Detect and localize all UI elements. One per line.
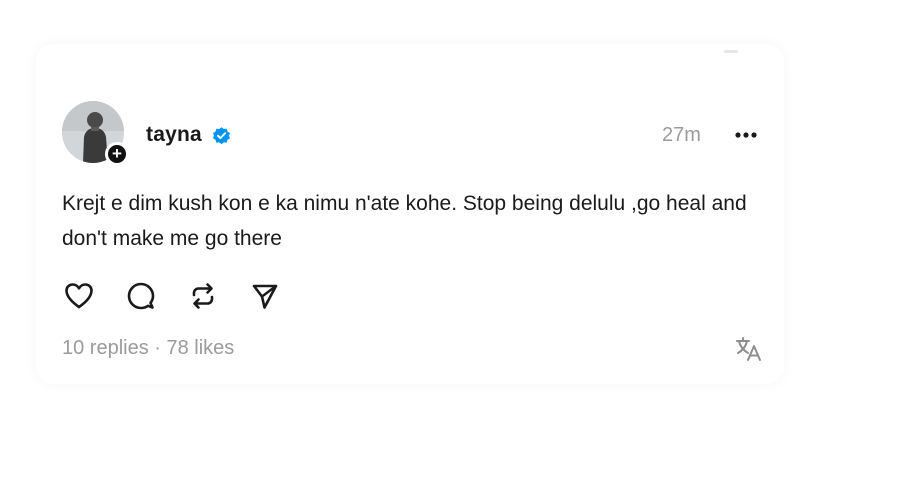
heart-icon <box>65 283 93 309</box>
divider-mark <box>724 50 738 53</box>
username[interactable]: tayna <box>146 123 202 147</box>
comment-bubble-icon <box>127 282 155 310</box>
screenshot-canvas: + tayna 27m Krejt e dim kush kon e ka ni… <box>0 0 900 486</box>
post-text: Krejt e dim kush kon e ka nimu n'ate koh… <box>62 192 747 250</box>
reply-button[interactable] <box>124 279 158 313</box>
timestamp: 27m <box>662 124 701 146</box>
like-button[interactable] <box>62 279 96 313</box>
translate-icon[interactable] <box>735 336 763 362</box>
follow-plus-icon[interactable]: + <box>105 142 129 166</box>
more-options-icon[interactable] <box>731 123 761 147</box>
repost-button[interactable] <box>186 279 220 313</box>
avatar[interactable]: + <box>62 101 129 166</box>
action-bar <box>62 279 310 313</box>
verified-badge-icon <box>212 126 230 144</box>
repost-icon <box>192 283 214 309</box>
engagement-stats[interactable]: 10 replies · 78 likes <box>62 337 234 360</box>
share-button[interactable] <box>248 279 282 313</box>
send-icon <box>252 284 278 309</box>
author-row: tayna <box>146 121 232 149</box>
